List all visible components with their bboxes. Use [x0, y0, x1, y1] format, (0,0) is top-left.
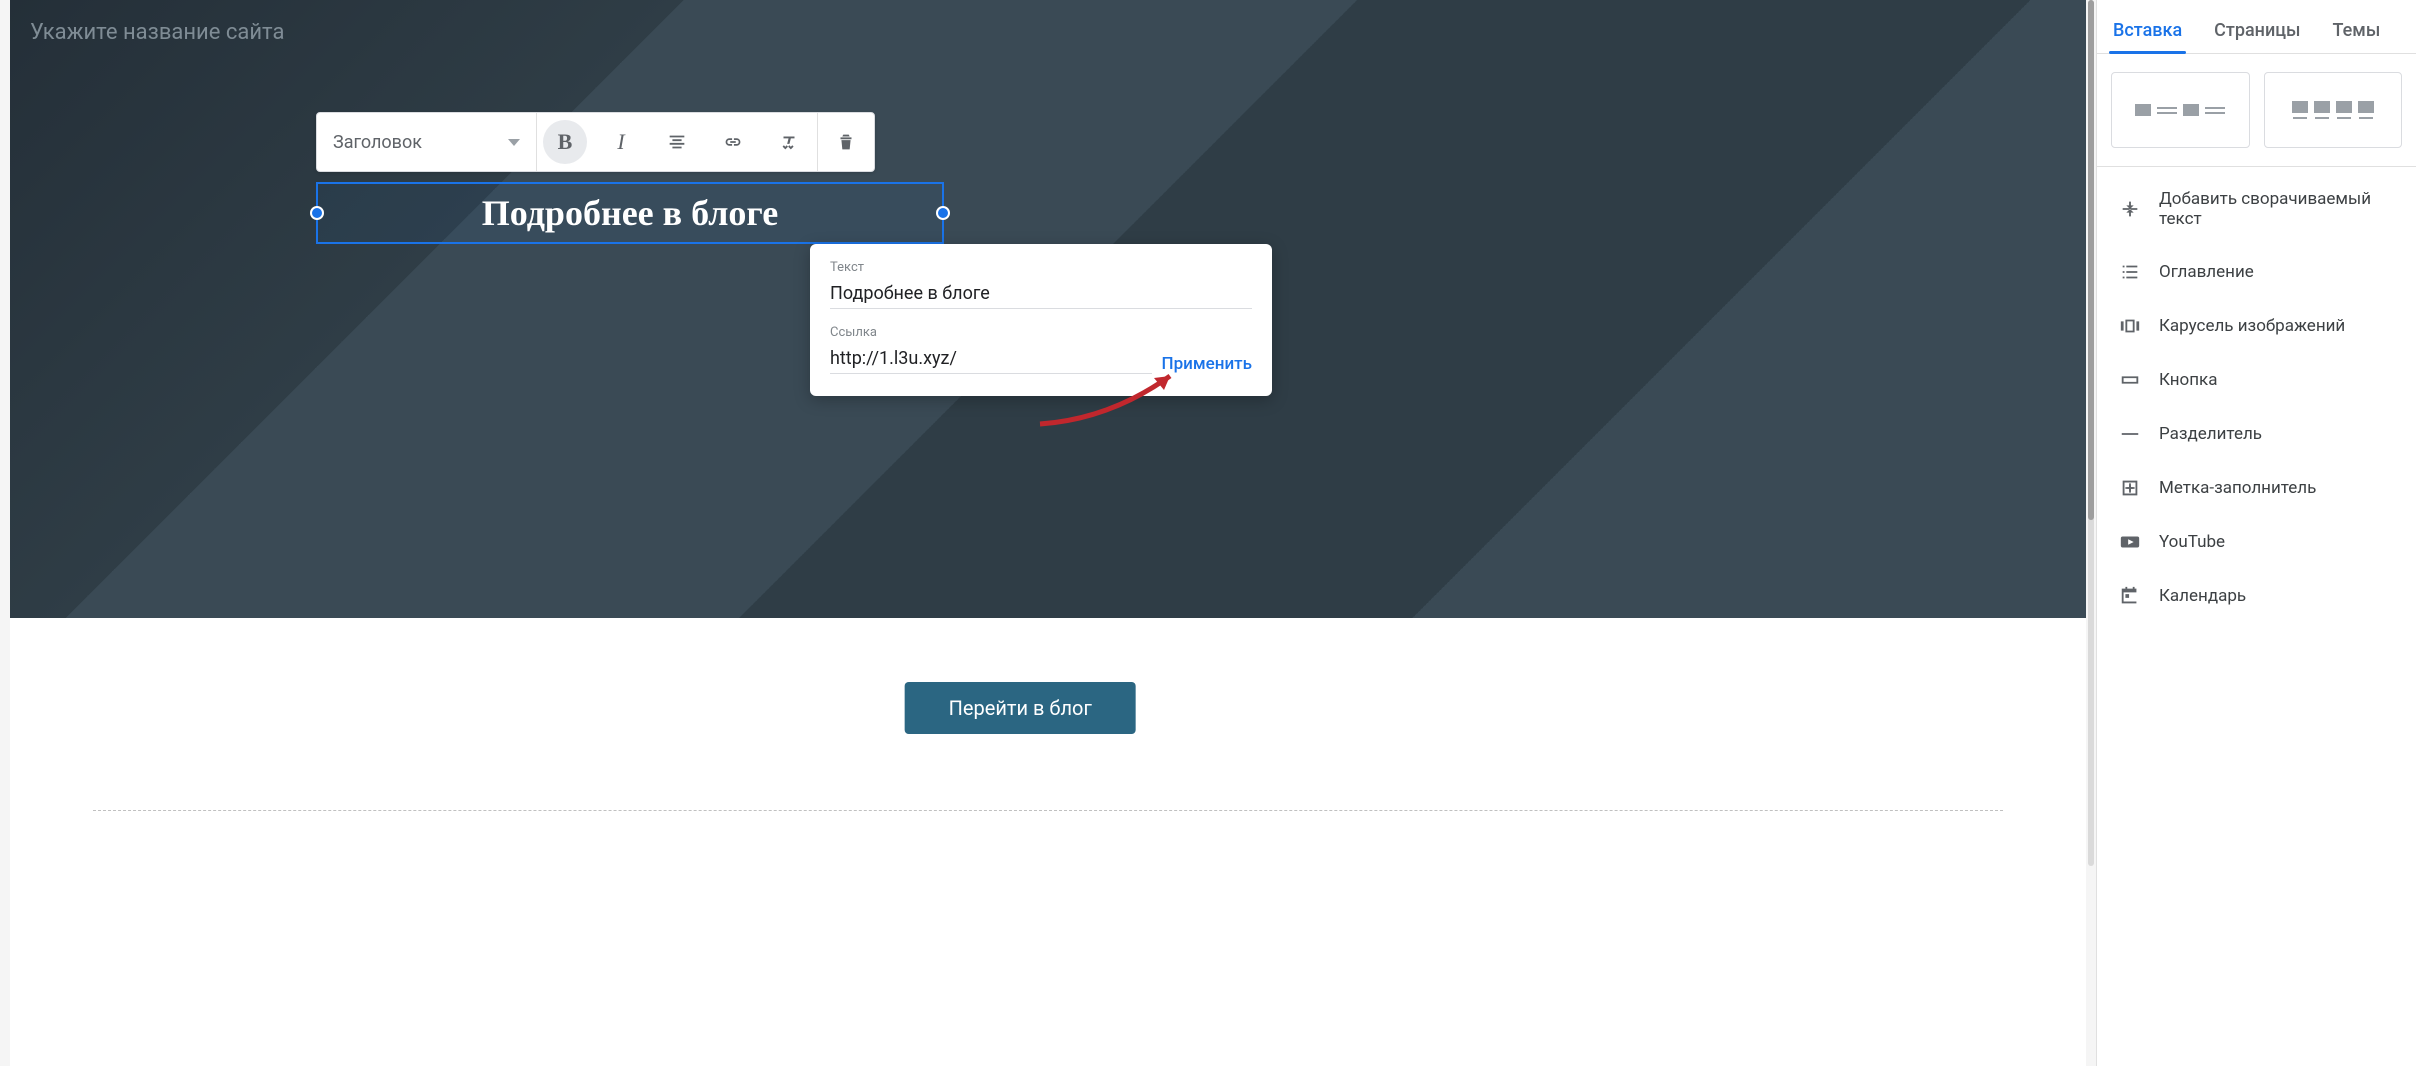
trash-icon	[835, 131, 857, 153]
align-button[interactable]	[649, 113, 705, 171]
text-toolbar: Заголовок B I	[316, 112, 875, 172]
insert-calendar[interactable]: Календарь	[2097, 569, 2416, 623]
selected-text-box[interactable]: Подробнее в блоге	[316, 182, 944, 244]
insert-item-label: Добавить сворачиваемый текст	[2159, 189, 2394, 229]
link-url-input[interactable]	[830, 344, 1152, 374]
insert-toc[interactable]: Оглавление	[2097, 245, 2416, 299]
carousel-icon	[2119, 315, 2141, 337]
link-text-input[interactable]	[830, 279, 1252, 309]
align-center-icon	[666, 131, 688, 153]
insert-collapsible-text[interactable]: Добавить сворачиваемый текст	[2097, 173, 2416, 245]
insert-item-label: Карусель изображений	[2159, 316, 2345, 336]
insert-item-label: YouTube	[2159, 532, 2225, 552]
insert-item-label: Метка-заполнитель	[2159, 478, 2316, 498]
canvas-scrollbar[interactable]	[2088, 0, 2094, 866]
clear-format-button[interactable]	[761, 113, 817, 171]
editor-main: Укажите название сайта Заголовок B I	[0, 0, 2096, 1066]
right-sidebar: Вставка Страницы Темы Добавить сворачива…	[2096, 0, 2416, 1066]
heading-style-dropdown[interactable]: Заголовок	[317, 113, 537, 171]
link-url-label: Ссылка	[830, 325, 1252, 340]
insert-divider[interactable]: Разделитель	[2097, 407, 2416, 461]
insert-item-label: Календарь	[2159, 586, 2246, 606]
clear-format-icon	[778, 131, 800, 153]
calendar-icon	[2119, 585, 2141, 607]
toc-icon	[2119, 261, 2141, 283]
heading-style-label: Заголовок	[333, 132, 422, 153]
canvas-scrollbar-thumb[interactable]	[2088, 0, 2094, 520]
tab-pages[interactable]: Страницы	[2210, 8, 2304, 53]
selected-text-content[interactable]: Подробнее в блоге	[328, 192, 932, 234]
section-separator	[93, 810, 2003, 811]
layout-presets	[2097, 54, 2416, 167]
insert-item-label: Оглавление	[2159, 262, 2254, 282]
youtube-icon	[2119, 531, 2141, 553]
site-name-placeholder[interactable]: Укажите название сайта	[30, 20, 2066, 45]
tab-themes[interactable]: Темы	[2329, 8, 2385, 53]
tab-insert[interactable]: Вставка	[2109, 8, 2186, 53]
resize-handle-right[interactable]	[936, 206, 950, 220]
insert-button[interactable]: Кнопка	[2097, 353, 2416, 407]
insert-youtube[interactable]: YouTube	[2097, 515, 2416, 569]
link-text-label: Текст	[830, 260, 1252, 275]
divider-icon	[2119, 423, 2141, 445]
resize-handle-left[interactable]	[310, 206, 324, 220]
blog-button[interactable]: Перейти в блог	[905, 682, 1136, 734]
italic-button[interactable]: I	[593, 113, 649, 171]
delete-button[interactable]	[818, 113, 874, 171]
link-icon	[722, 131, 744, 153]
bold-button[interactable]: B	[543, 120, 587, 164]
insert-item-label: Кнопка	[2159, 370, 2217, 390]
link-popup: Текст Ссылка Применить	[810, 244, 1272, 396]
insert-placeholder[interactable]: Метка-заполнитель	[2097, 461, 2416, 515]
sidebar-tabs: Вставка Страницы Темы	[2097, 0, 2416, 54]
layout-preset-2[interactable]	[2264, 72, 2403, 148]
canvas: Укажите название сайта Заголовок B I	[10, 0, 2086, 1066]
insert-list: Добавить сворачиваемый текст Оглавление …	[2097, 167, 2416, 1066]
link-button[interactable]	[705, 113, 761, 171]
insert-item-label: Разделитель	[2159, 424, 2262, 444]
collapsible-text-icon	[2119, 198, 2141, 220]
insert-carousel[interactable]: Карусель изображений	[2097, 299, 2416, 353]
apply-link-button[interactable]: Применить	[1162, 354, 1252, 374]
layout-preset-1[interactable]	[2111, 72, 2250, 148]
button-icon	[2119, 369, 2141, 391]
placeholder-icon	[2119, 477, 2141, 499]
